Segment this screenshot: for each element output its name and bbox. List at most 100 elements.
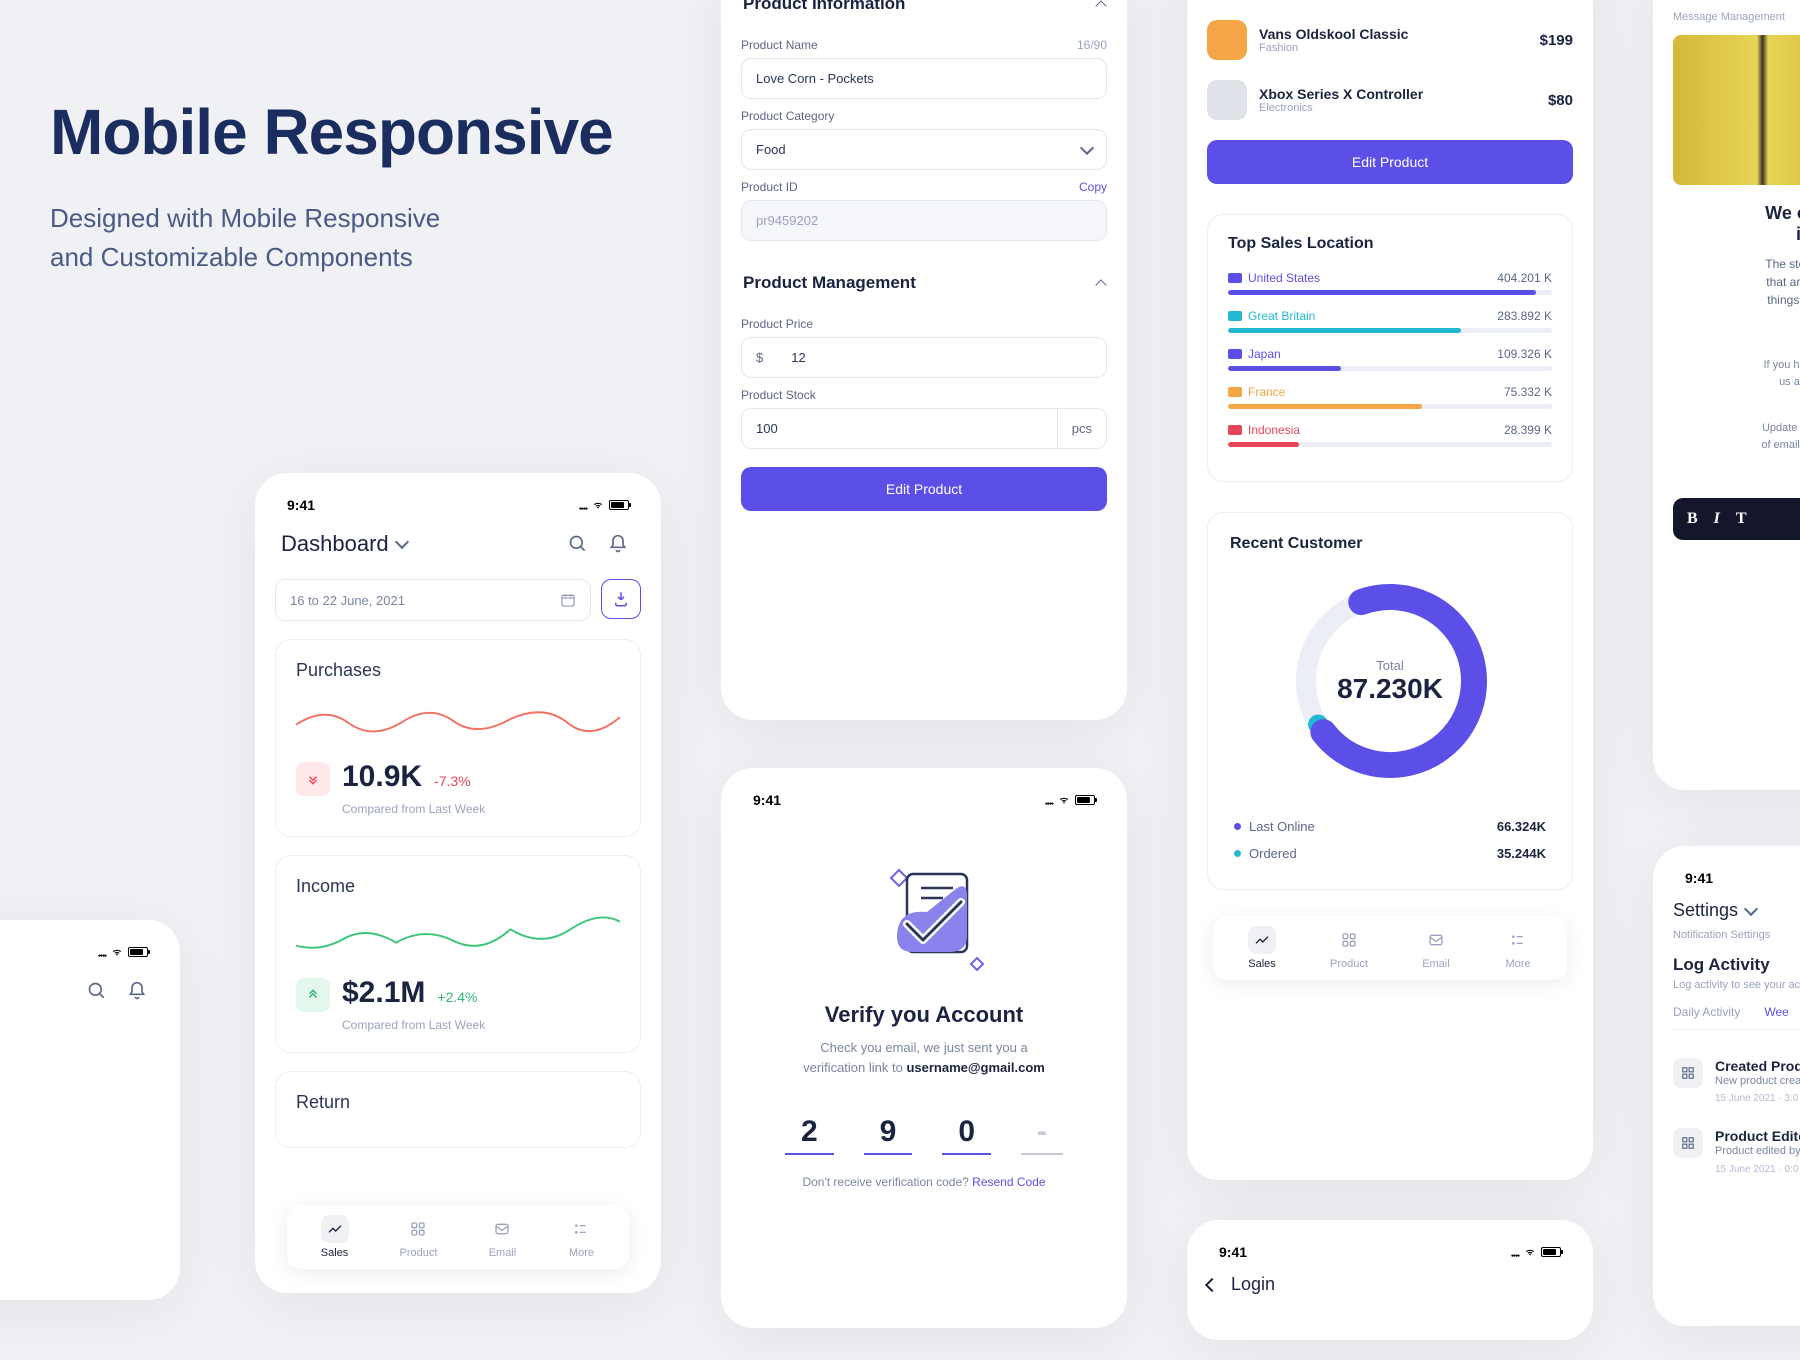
product-stock-input[interactable]: 100 pcs: [741, 408, 1107, 449]
signal-icon: [1045, 792, 1053, 808]
email-icon: [1422, 926, 1450, 954]
bold-icon[interactable]: B: [1687, 510, 1698, 528]
product-name-input[interactable]: Love Corn - Pockets: [741, 58, 1107, 99]
wifi-icon: [1057, 795, 1071, 805]
product-row[interactable]: Vans Oldskool ClassicFashion $199: [1207, 10, 1573, 70]
product-icon: [1335, 926, 1363, 954]
article-image: [1673, 35, 1800, 185]
partial-frame-left: [0, 920, 180, 1300]
search-icon[interactable]: [80, 974, 114, 1008]
trend-down-icon: [296, 762, 330, 796]
chevron-down-icon: [395, 535, 409, 549]
date-range-input[interactable]: 16 to 22 June, 2021: [275, 579, 591, 621]
location-row: Japan109.326 K: [1228, 347, 1552, 371]
edit-product-button[interactable]: Edit Product: [741, 467, 1107, 511]
verification-code-input[interactable]: 2 9 0 -: [741, 1111, 1107, 1155]
battery-icon: [1075, 795, 1095, 805]
hero-title: Mobile Responsive: [50, 95, 613, 169]
verify-title: Verify you Account: [741, 1002, 1107, 1028]
product-row[interactable]: Garmin SmartwatchElectronics $650: [1207, 0, 1573, 10]
chevron-up-icon: [1095, 0, 1106, 11]
settings-frame: 9:41 Settings Notification Settings Log …: [1653, 846, 1800, 1326]
purchases-card: Purchases 10.9K -7.3% Compared from Last…: [275, 639, 641, 837]
location-row: United States404.201 K: [1228, 271, 1552, 295]
nav-more[interactable]: More: [567, 1215, 595, 1259]
bell-icon[interactable]: [601, 527, 635, 561]
product-icon: [404, 1215, 432, 1243]
login-frame: 9:41 Login: [1187, 1220, 1593, 1340]
purchases-sparkline: [296, 695, 620, 745]
trend-up-icon: [296, 978, 330, 1012]
battery-icon: [1541, 1247, 1561, 1257]
calendar-icon: [560, 592, 576, 608]
location-row: Indonesia28.399 K: [1228, 423, 1552, 447]
hero-subtitle: Designed with Mobile Responsive and Cust…: [50, 199, 613, 277]
product-price-input[interactable]: $ 12: [741, 337, 1107, 378]
nav-sales[interactable]: Sales: [321, 1215, 349, 1259]
purchases-value: 10.9K: [342, 760, 422, 794]
italic-icon[interactable]: I: [1714, 510, 1720, 528]
sales-icon: [321, 1215, 349, 1243]
income-sparkline: [296, 911, 620, 961]
back-icon[interactable]: [1205, 1277, 1219, 1291]
analytics-frame: Garmin SmartwatchElectronics $650 Vans O…: [1187, 0, 1593, 1180]
log-activity-title: Log Activity: [1673, 955, 1800, 975]
nav-email[interactable]: Email: [1422, 926, 1450, 970]
wifi-icon: [1523, 1247, 1537, 1257]
dashboard-frame: 9:41 Dashboard 16 to 22 June, 2021 Purch…: [255, 473, 661, 1293]
activity-row: Product EditeProduct edited by15 June 20…: [1673, 1116, 1800, 1186]
page-title: Add New Me: [1697, 0, 1800, 1]
signal-icon: [579, 497, 587, 513]
verify-illustration: [741, 852, 1107, 982]
battery-icon: [609, 500, 629, 510]
nav-sales[interactable]: Sales: [1248, 926, 1276, 970]
download-icon: [612, 590, 630, 608]
resend-code: Don't receive verification code? Resend …: [741, 1175, 1107, 1189]
location-row: Great Britain283.892 K: [1228, 309, 1552, 333]
edit-product-button[interactable]: Edit Product: [1207, 140, 1573, 184]
product-thumb: [1207, 80, 1247, 120]
nav-product[interactable]: Product: [1330, 926, 1368, 970]
verify-subtitle: Check you email, we just sent you a veri…: [741, 1038, 1107, 1077]
sales-location-card: Top Sales Location United States404.201 …: [1207, 214, 1573, 482]
tab-daily[interactable]: Daily Activity: [1673, 1005, 1740, 1019]
page-title[interactable]: Dashboard: [281, 531, 407, 557]
location-row: France75.332 K: [1228, 385, 1552, 409]
page-title: Login: [1231, 1274, 1275, 1295]
search-icon[interactable]: [561, 527, 595, 561]
section-product-info[interactable]: Product Information: [741, 0, 1107, 28]
text-icon[interactable]: T: [1736, 510, 1747, 528]
sales-icon: [1248, 926, 1276, 954]
verify-frame: 9:41 Verify you Account Check you email,…: [721, 768, 1127, 1328]
signal-icon: [98, 944, 106, 960]
product-category-select[interactable]: Food: [741, 129, 1107, 170]
copy-link[interactable]: Copy: [1079, 180, 1107, 194]
section-product-management[interactable]: Product Management: [741, 259, 1107, 307]
income-value: $2.1M: [342, 976, 425, 1010]
grid-icon: [1673, 1128, 1703, 1158]
chevron-down-icon: [1080, 140, 1094, 154]
email-icon: [488, 1215, 516, 1243]
status-time: 9:41: [287, 497, 315, 513]
nav-product[interactable]: Product: [400, 1215, 438, 1259]
product-row[interactable]: Xbox Series X ControllerElectronics $80: [1207, 70, 1573, 130]
activity-row: Created ProdNew product crea15 June 2021…: [1673, 1046, 1800, 1116]
resend-link[interactable]: Resend Code: [972, 1175, 1045, 1189]
bell-icon[interactable]: [120, 974, 154, 1008]
battery-icon: [128, 947, 148, 957]
wifi-icon: [591, 500, 605, 510]
chevron-down-icon: [1744, 901, 1758, 915]
add-message-frame: Add New Me Message Management We openedi…: [1653, 0, 1800, 790]
breadcrumb: Notification Settings: [1673, 929, 1800, 941]
product-id-input: pr9459202: [741, 200, 1107, 241]
nav-email[interactable]: Email: [488, 1215, 516, 1259]
nav-more[interactable]: More: [1504, 926, 1532, 970]
more-icon: [1504, 926, 1532, 954]
chevron-up-icon: [1095, 279, 1106, 290]
page-title[interactable]: Settings: [1673, 900, 1800, 921]
tab-weekly[interactable]: Wee: [1764, 1005, 1788, 1019]
text-format-toolbar[interactable]: B I T: [1673, 498, 1800, 540]
signal-icon: [1511, 1244, 1519, 1260]
export-button[interactable]: [601, 579, 641, 619]
product-thumb: [1207, 20, 1247, 60]
